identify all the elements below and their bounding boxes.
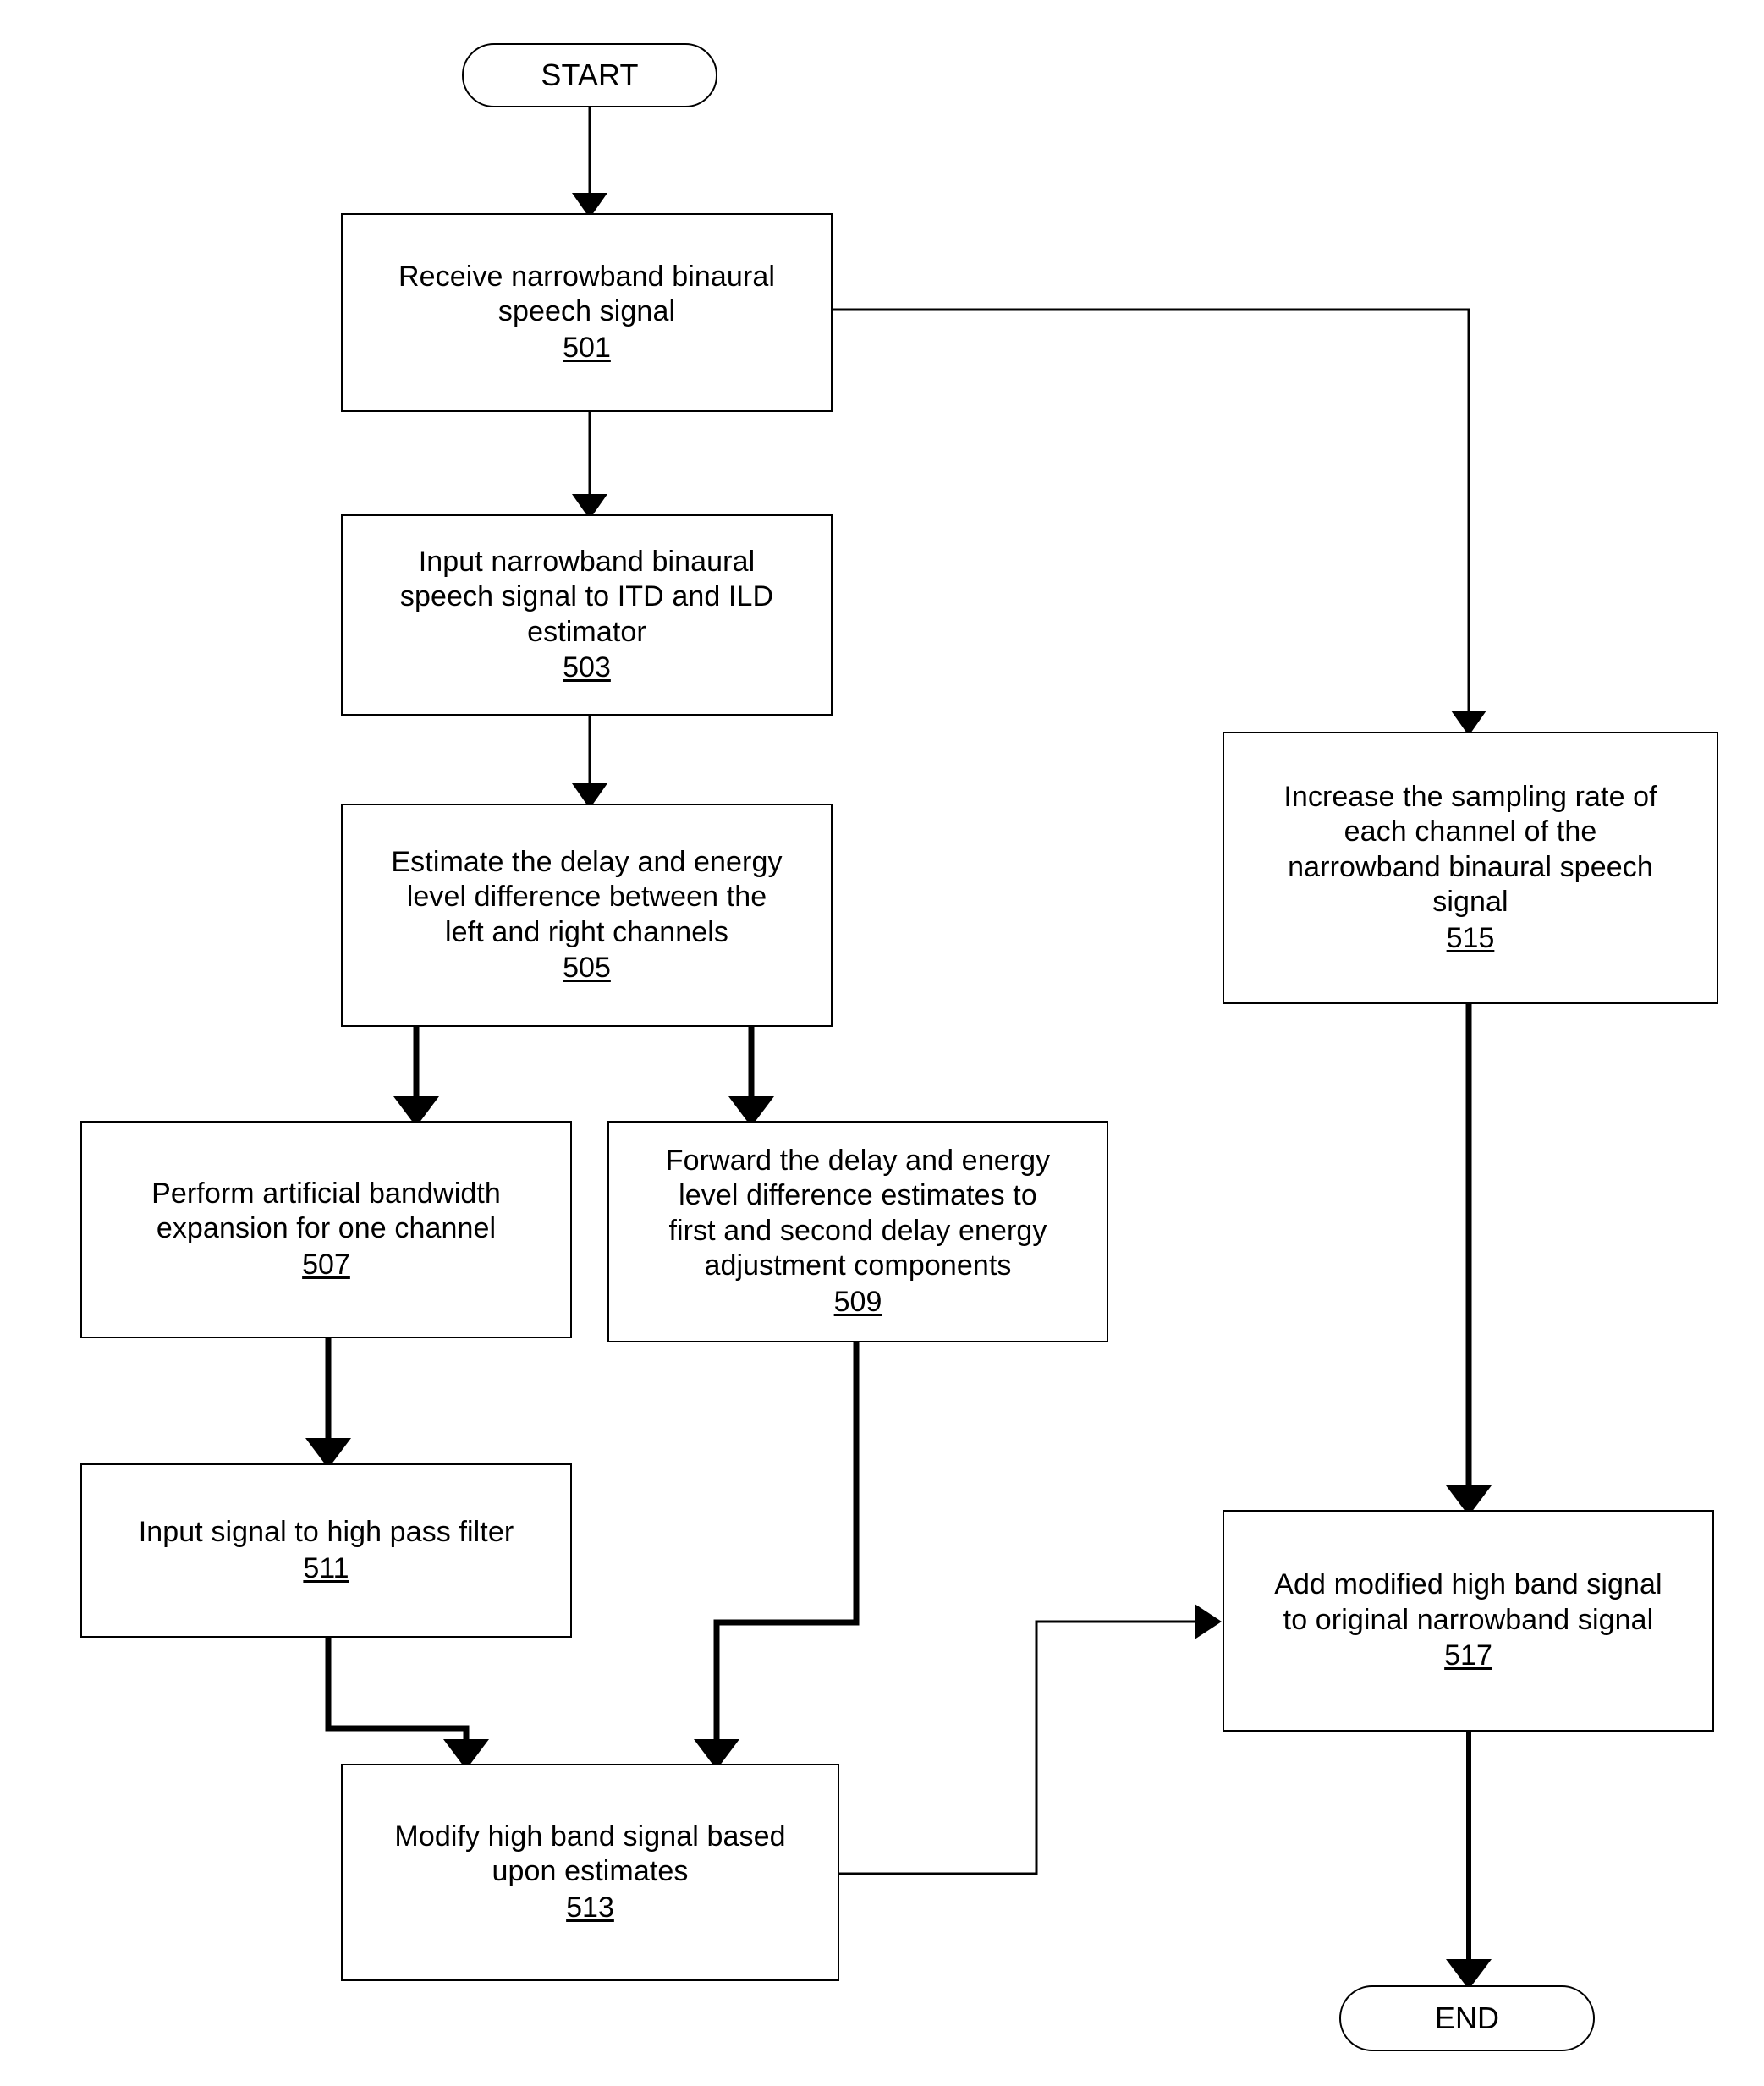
node-503[interactable]: Input narrowband binaural speech signal … xyxy=(341,514,833,716)
node-505-ref: 505 xyxy=(563,951,611,984)
node-511[interactable]: Input signal to high pass filter 511 xyxy=(80,1463,572,1638)
node-start-label: START xyxy=(541,58,639,93)
edge-start-to-501 xyxy=(572,107,607,218)
edge-503-to-505 xyxy=(572,716,607,809)
node-511-label: Input signal to high pass filter xyxy=(138,1516,514,1549)
node-501-ref: 501 xyxy=(563,331,611,364)
node-511-ref: 511 xyxy=(303,1551,349,1584)
edge-501-to-503 xyxy=(572,411,607,519)
node-517[interactable]: Add modified high band signal to origina… xyxy=(1223,1510,1714,1732)
node-503-ref: 503 xyxy=(563,651,611,683)
node-505[interactable]: Estimate the delay and energy level diff… xyxy=(341,804,833,1027)
node-503-label: Input narrowband binaural speech signal … xyxy=(399,545,774,648)
node-501-label: Receive narrowband binaural speech signa… xyxy=(398,260,775,328)
node-509-label: Forward the delay and energy level diffe… xyxy=(665,1144,1051,1282)
node-517-label: Add modified high band signal to origina… xyxy=(1274,1568,1662,1636)
node-509[interactable]: Forward the delay and energy level diffe… xyxy=(607,1121,1108,1342)
edge-505-to-507 xyxy=(393,1027,439,1127)
edge-501-to-515 xyxy=(833,308,1486,736)
node-507[interactable]: Perform artificial bandwidth expansion f… xyxy=(80,1121,572,1338)
node-end[interactable]: END xyxy=(1339,1985,1595,2051)
node-507-ref: 507 xyxy=(302,1248,350,1281)
edge-513-to-517 xyxy=(839,1604,1222,1875)
node-505-label: Estimate the delay and energy level diff… xyxy=(391,845,783,948)
node-517-ref: 517 xyxy=(1444,1639,1492,1672)
node-501[interactable]: Receive narrowband binaural speech signa… xyxy=(341,213,833,412)
edge-509-to-513 xyxy=(694,1342,860,1770)
node-513-label: Modify high band signal based upon estim… xyxy=(394,1820,786,1888)
edge-515-to-517 xyxy=(1446,1004,1492,1516)
node-509-ref: 509 xyxy=(833,1285,882,1318)
edge-507-to-511 xyxy=(305,1338,351,1468)
edge-511-to-513 xyxy=(325,1638,489,1770)
node-start[interactable]: START xyxy=(462,43,717,107)
flowchart-connectors xyxy=(305,107,1492,1990)
flowchart-canvas: START Receive narrowband binaural speech… xyxy=(0,0,1764,2086)
node-513-ref: 513 xyxy=(566,1891,614,1924)
node-end-label: END xyxy=(1434,2001,1500,2036)
node-515-label: Increase the sampling rate of each chann… xyxy=(1283,780,1657,919)
node-515[interactable]: Increase the sampling rate of each chann… xyxy=(1223,732,1718,1004)
node-515-ref: 515 xyxy=(1446,921,1495,954)
node-513[interactable]: Modify high band signal based upon estim… xyxy=(341,1764,839,1981)
edge-505-to-509 xyxy=(728,1027,774,1127)
edge-517-to-end xyxy=(1446,1732,1492,1990)
node-507-label: Perform artificial bandwidth expansion f… xyxy=(151,1177,501,1245)
